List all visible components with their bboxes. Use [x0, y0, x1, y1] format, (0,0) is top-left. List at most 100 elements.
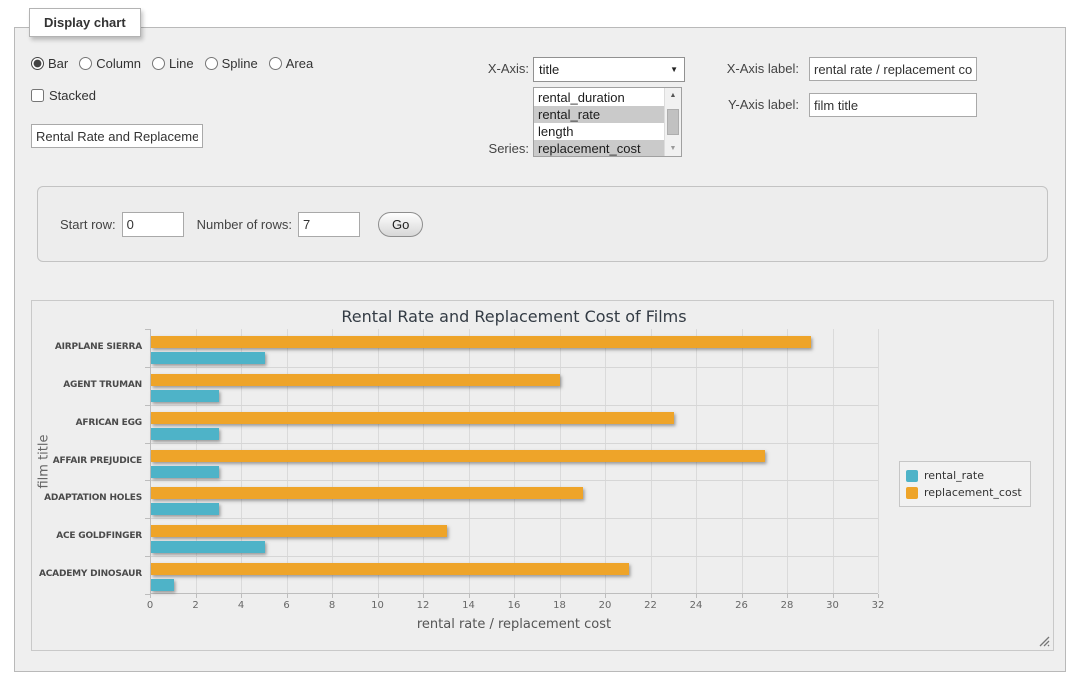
- category-label: AFFAIR PREJUDICE: [32, 456, 142, 466]
- x-tick-mark: [423, 594, 424, 598]
- chart-type-label-spline: Spline: [222, 56, 258, 71]
- legend-label: replacement_cost: [924, 486, 1022, 499]
- dropdown-arrow-icon: ▼: [670, 65, 678, 74]
- x-tick-mark: [332, 594, 333, 598]
- series-option-rental_rate[interactable]: rental_rate: [534, 106, 664, 123]
- scroll-up-icon[interactable]: ▲: [665, 88, 681, 103]
- bar-rental_rate[interactable]: [151, 466, 219, 478]
- category-label: AIRPLANE SIERRA: [32, 342, 142, 352]
- series-label-text: Series:: [435, 141, 529, 156]
- stacked-checkbox[interactable]: [31, 89, 44, 102]
- series-option-replacement_cost[interactable]: replacement_cost: [534, 140, 664, 157]
- chart-legend: rental_rate replacement_cost: [899, 461, 1031, 507]
- bar-rental_rate[interactable]: [151, 352, 265, 364]
- category-separator: [151, 367, 878, 368]
- category-label: ADAPTATION HOLES: [32, 493, 142, 503]
- x-gridline: [833, 329, 834, 593]
- x-tick-mark: [196, 594, 197, 598]
- bar-replacement_cost[interactable]: [151, 374, 560, 386]
- start-row-label: Start row:: [60, 217, 116, 232]
- start-row-input[interactable]: [122, 212, 184, 237]
- series-scrollbar[interactable]: ▲ ▼: [664, 88, 681, 156]
- chart-type-label-bar: Bar: [48, 56, 68, 71]
- go-button[interactable]: Go: [378, 212, 423, 237]
- legend-item-rental_rate[interactable]: rental_rate: [906, 467, 1022, 484]
- category-label: ACADEMY DINOSAUR: [32, 569, 142, 579]
- chart-type-radio-column[interactable]: [79, 57, 92, 70]
- y-tick-mark: [145, 480, 151, 481]
- bar-replacement_cost[interactable]: [151, 487, 583, 499]
- scrollbar-thumb[interactable]: [667, 109, 679, 135]
- chart-title-input[interactable]: [31, 124, 203, 148]
- series-options: rental_durationrental_ratelengthreplacem…: [534, 89, 664, 157]
- x-tick-mark: [878, 594, 879, 598]
- series-listbox[interactable]: rental_durationrental_ratelengthreplacem…: [533, 87, 682, 157]
- bar-rental_rate[interactable]: [151, 579, 174, 591]
- x-tick-mark: [514, 594, 515, 598]
- number-of-rows-input[interactable]: [298, 212, 360, 237]
- chart-type-radio-spline[interactable]: [205, 57, 218, 70]
- resize-handle-icon[interactable]: [1039, 636, 1050, 647]
- y-tick-mark: [145, 443, 151, 444]
- chart-title: Rental Rate and Replacement Cost of Film…: [150, 307, 878, 326]
- x-axis-label-input[interactable]: [809, 57, 977, 81]
- x-tick-label: 6: [267, 600, 307, 611]
- category-separator: [151, 405, 878, 406]
- x-tick-label: 30: [813, 600, 853, 611]
- stacked-label: Stacked: [49, 88, 96, 103]
- bar-replacement_cost[interactable]: [151, 412, 674, 424]
- scroll-down-icon[interactable]: ▼: [665, 141, 681, 156]
- chart-type-radio-area[interactable]: [269, 57, 282, 70]
- chart-type-label-column: Column: [96, 56, 141, 71]
- bar-replacement_cost[interactable]: [151, 563, 629, 575]
- bar-rental_rate[interactable]: [151, 541, 265, 553]
- y-tick-mark: [145, 367, 151, 368]
- legend-swatch-icon: [906, 487, 918, 499]
- x-tick-label: 10: [358, 600, 398, 611]
- x-tick-label: 12: [403, 600, 443, 611]
- series-option-length[interactable]: length: [534, 123, 664, 140]
- chart-type-radio-bar[interactable]: [31, 57, 44, 70]
- y-axis-label-field-label: Y-Axis label:: [705, 97, 799, 112]
- number-of-rows-label: Number of rows:: [197, 217, 292, 232]
- y-tick-mark: [145, 405, 151, 406]
- chart-type-label-area: Area: [286, 56, 313, 71]
- x-axis-title: rental rate / replacement cost: [150, 617, 878, 632]
- x-axis-label-text: X-Axis:: [435, 61, 529, 76]
- bar-replacement_cost[interactable]: [151, 450, 765, 462]
- x-tick-label: 0: [130, 600, 170, 611]
- series-option-rental_duration[interactable]: rental_duration: [534, 89, 664, 106]
- x-tick-label: 32: [858, 600, 898, 611]
- x-tick-label: 4: [221, 600, 261, 611]
- x-gridline: [878, 329, 879, 593]
- x-tick-mark: [833, 594, 834, 598]
- x-tick-label: 2: [176, 600, 216, 611]
- display-chart-panel: Display chart BarColumnLineSplineArea St…: [14, 27, 1066, 672]
- bar-rental_rate[interactable]: [151, 503, 219, 515]
- x-tick-mark: [287, 594, 288, 598]
- bar-replacement_cost[interactable]: [151, 336, 811, 348]
- x-tick-label: 20: [585, 600, 625, 611]
- x-tick-mark: [378, 594, 379, 598]
- row-range-panel: Start row: Number of rows: Go: [37, 186, 1048, 262]
- category-separator: [151, 556, 878, 557]
- x-tick-mark: [241, 594, 242, 598]
- x-tick-mark: [150, 594, 151, 598]
- bar-rental_rate[interactable]: [151, 390, 219, 402]
- bar-replacement_cost[interactable]: [151, 525, 447, 537]
- category-separator: [151, 480, 878, 481]
- x-tick-label: 18: [540, 600, 580, 611]
- x-tick-label: 8: [312, 600, 352, 611]
- y-axis-label-input[interactable]: [809, 93, 977, 117]
- x-tick-mark: [605, 594, 606, 598]
- y-tick-mark: [145, 518, 151, 519]
- legend-item-replacement_cost[interactable]: replacement_cost: [906, 484, 1022, 501]
- bar-rental_rate[interactable]: [151, 428, 219, 440]
- category-separator: [151, 443, 878, 444]
- x-axis-select[interactable]: title ▼: [533, 57, 685, 82]
- x-tick-label: 28: [767, 600, 807, 611]
- chart-type-radio-line[interactable]: [152, 57, 165, 70]
- stacked-row: Stacked: [31, 88, 96, 103]
- x-tick-label: 14: [449, 600, 489, 611]
- legend-label: rental_rate: [924, 469, 984, 482]
